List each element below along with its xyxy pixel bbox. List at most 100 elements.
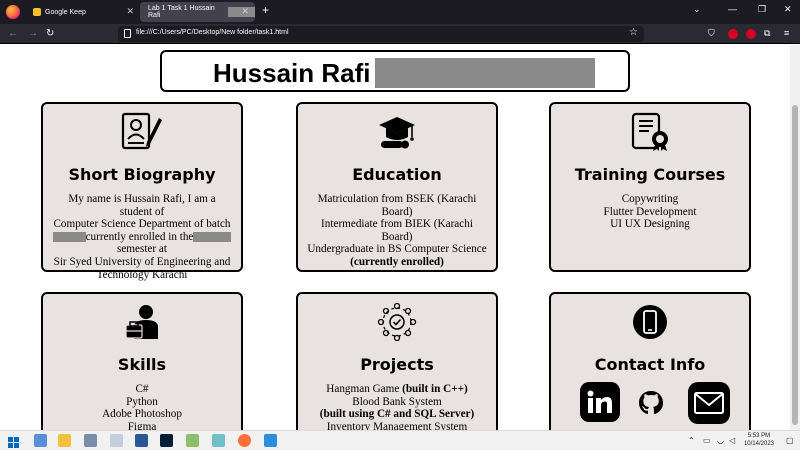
close-window-button[interactable]: ✕: [784, 4, 792, 15]
redaction: [52, 232, 86, 243]
bio-line: My name is Hussain Rafi, I am a student …: [68, 193, 216, 218]
extensions-puzzle-icon[interactable]: ⧉: [764, 28, 770, 39]
card-projects: Projects Hangman Game (built in C++) Blo…: [296, 292, 498, 430]
firefox-taskbar-icon[interactable]: [238, 434, 251, 447]
linkedin-icon[interactable]: [580, 382, 620, 422]
new-tab-button[interactable]: +: [262, 3, 269, 17]
card-short-biography: Short Biography My name is Hussain Rafi,…: [41, 102, 243, 281]
card-body: C# Python Adobe Photoshop Figma: [51, 383, 233, 430]
extension-icon[interactable]: [728, 29, 738, 39]
windows-taskbar: ⌃ ▭ ◡ ◁ 5:53 PM 10/14/2023 ▢: [0, 430, 800, 450]
close-tab-icon[interactable]: ✕: [241, 6, 249, 17]
file-icon: [124, 29, 131, 38]
hamburger-menu-icon[interactable]: ≡: [784, 28, 789, 38]
list-tabs-icon[interactable]: ⌄: [693, 4, 701, 15]
windows-start-icon[interactable]: [8, 435, 19, 448]
restore-button[interactable]: ❐: [758, 4, 766, 15]
card-title: Short Biography: [68, 165, 216, 184]
back-arrow-icon[interactable]: ←: [8, 28, 18, 39]
notifications-icon[interactable]: ▢: [786, 436, 794, 445]
course-item: Flutter Development: [603, 205, 697, 218]
phone-icon: [551, 300, 749, 344]
minimize-button[interactable]: —: [728, 4, 737, 14]
course-item: Copywriting: [621, 193, 679, 205]
card-title: Contact Info: [594, 355, 706, 374]
app-icon[interactable]: [264, 434, 277, 447]
bio-line: semester at: [116, 243, 167, 256]
project-item: Inventory Management System: [326, 420, 468, 430]
app-icon[interactable]: [212, 434, 225, 447]
card-body: Copywriting Flutter Development UI UX De…: [559, 193, 741, 231]
tray-chevron-icon[interactable]: ⌃: [688, 436, 695, 445]
education-item: Undergraduate in BS Computer Science: [307, 243, 487, 256]
bookmark-star-icon[interactable]: ☆: [629, 27, 638, 38]
card-skills: Skills C# Python Adobe Photoshop Figma: [41, 292, 243, 430]
education-item: (currently enrolled): [350, 255, 444, 268]
card-title: Skills: [117, 355, 167, 374]
card-training-courses: Training Courses Copywriting Flutter Dev…: [549, 102, 751, 272]
skill-item: Adobe Photoshop: [102, 408, 182, 421]
tab-google-keep[interactable]: Google Keep ✕: [25, 2, 140, 22]
page-title: Hussain Rafi: [213, 58, 371, 88]
calculator-icon[interactable]: [84, 434, 97, 447]
app-icon[interactable]: [186, 434, 199, 447]
youtube-extension-icon[interactable]: [746, 29, 756, 39]
google-keep-icon: [33, 8, 41, 16]
word-icon[interactable]: [135, 434, 148, 447]
card-contact-info: Contact Info: [549, 292, 751, 430]
clock-time: 5:53 PM: [747, 433, 771, 439]
redaction: [375, 58, 595, 88]
project-item: Hangman Game (built in C++): [326, 383, 468, 395]
card-title: Education: [352, 165, 442, 184]
tab-label: Lab 1 Task 1 Hussain Rafi: [148, 5, 215, 19]
name-header: Hussain Rafi: [160, 50, 630, 92]
graduation-cap-icon: [298, 110, 496, 154]
clock-date: 10/14/2023: [743, 441, 774, 447]
battery-icon: ▭: [703, 436, 711, 445]
forward-arrow-icon[interactable]: →: [28, 28, 38, 39]
card-title: Training Courses: [574, 165, 726, 184]
file-explorer-icon[interactable]: [58, 434, 71, 447]
scrollbar-thumb[interactable]: [792, 105, 798, 425]
app-icon[interactable]: [110, 434, 123, 447]
skill-item: Python: [126, 395, 158, 408]
firefox-menu-icon[interactable]: [6, 5, 20, 19]
address-bar[interactable]: file:///C:/Users/PC/Desktop/New folder/t…: [118, 26, 644, 42]
certificate-icon: [551, 110, 749, 154]
browser-nav-bar: ← → ↻ file:///C:/Users/PC/Desktop/New fo…: [0, 24, 800, 44]
education-item: Intermediate from BIEK (Karachi Board): [321, 218, 473, 243]
bio-line: Sir Syed University of Engineering and: [53, 255, 231, 268]
tab-lab1[interactable]: Lab 1 Task 1 Hussain Rafi ✕: [140, 2, 255, 22]
bio-line-with-redaction: currently enrolled in the: [51, 231, 233, 244]
skills-person-icon: [43, 300, 241, 344]
page-content: Hussain Rafi Short Biography My name is …: [0, 45, 800, 430]
wifi-icon[interactable]: ◡: [717, 436, 724, 445]
bio-line: Computer Science Department of batch: [53, 218, 231, 231]
system-clock[interactable]: 5:53 PM 10/14/2023: [744, 432, 774, 448]
projects-network-icon: [298, 300, 496, 344]
card-body: My name is Hussain Rafi, I am a student …: [51, 193, 233, 281]
email-icon[interactable]: [688, 382, 730, 424]
card-title: Projects: [360, 355, 434, 374]
skill-item: Figma: [127, 420, 157, 430]
task-view-icon[interactable]: [34, 434, 47, 447]
browser-tab-bar: Google Keep ✕ Lab 1 Task 1 Hussain Rafi …: [0, 0, 800, 24]
project-item: Blood Bank System: [352, 395, 442, 408]
card-body: Matriculation from BSEK (Karachi Board) …: [306, 193, 488, 269]
card-education: Education Matriculation from BSEK (Karac…: [296, 102, 498, 272]
github-icon[interactable]: [637, 389, 665, 417]
education-item: Matriculation from BSEK (Karachi Board): [317, 193, 477, 218]
project-note: (built using C# and SQL Server): [319, 408, 475, 421]
biography-icon: [43, 110, 241, 154]
course-item: UI UX Designing: [610, 218, 690, 231]
skill-item: C#: [135, 383, 149, 395]
photoshop-icon[interactable]: [160, 434, 173, 447]
tab-label: Google Keep: [45, 8, 86, 16]
redaction: [193, 232, 232, 243]
page-scrollbar[interactable]: [790, 45, 800, 430]
pocket-icon[interactable]: ⛉: [708, 28, 715, 39]
volume-icon[interactable]: ◁: [729, 436, 735, 445]
reload-icon[interactable]: ↻: [46, 28, 54, 39]
close-tab-icon[interactable]: ✕: [126, 6, 134, 17]
url-text[interactable]: file:///C:/Users/PC/Desktop/New folder/t…: [136, 29, 289, 36]
